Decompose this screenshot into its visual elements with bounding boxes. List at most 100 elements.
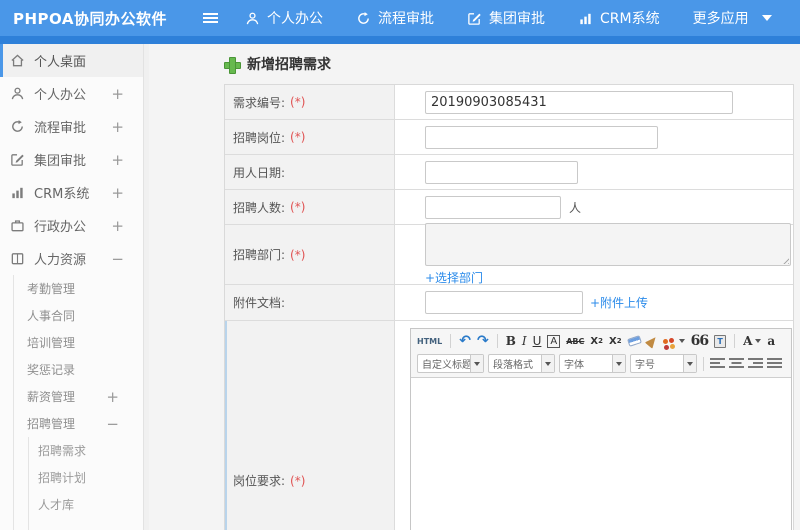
field-label: 附件文档: bbox=[233, 296, 286, 310]
underline-button[interactable]: U bbox=[533, 334, 542, 348]
back-color-a: a bbox=[767, 334, 776, 348]
edit-icon bbox=[10, 152, 26, 167]
paragraph-format-dropdown[interactable]: 段落格式 bbox=[488, 354, 555, 373]
sidebar-item-recruit-plan[interactable]: 招聘计划 bbox=[29, 464, 143, 491]
sidebar-item-group-approval[interactable]: 集团审批 + bbox=[0, 143, 143, 176]
sidebar-item-admin-office[interactable]: 行政办公 + bbox=[0, 209, 143, 242]
undo-icon[interactable]: ↶ bbox=[459, 333, 471, 349]
field-label: 招聘岗位: bbox=[233, 130, 286, 145]
subscript-button[interactable]: X2 bbox=[609, 336, 622, 347]
workflow-icon bbox=[10, 119, 26, 134]
nav-workflow-approval[interactable]: 流程审批 bbox=[356, 8, 434, 28]
sidebar-item-label: 奖惩记录 bbox=[27, 363, 76, 377]
nav-group-approval[interactable]: 集团审批 bbox=[467, 8, 545, 28]
expand-toggle[interactable]: + bbox=[111, 184, 124, 202]
strikethrough-button[interactable]: ABC bbox=[566, 337, 584, 346]
paste-icon[interactable]: T bbox=[714, 334, 727, 348]
expand-toggle[interactable]: + bbox=[106, 388, 119, 406]
sidebar-item-training[interactable]: 培训管理 bbox=[14, 329, 143, 356]
sidebar-item-label: 考勤管理 bbox=[27, 282, 76, 296]
sidebar-item-desktop[interactable]: 个人桌面 bbox=[0, 44, 143, 77]
nav-label: CRM系统 bbox=[600, 11, 660, 27]
redo-icon[interactable]: ↷ bbox=[477, 333, 489, 349]
sidebar-item-talent-pool[interactable]: 人才库 bbox=[29, 491, 143, 518]
page-title: 新增招聘需求 bbox=[247, 57, 331, 73]
italic-button[interactable]: I bbox=[522, 334, 527, 348]
nav-crm-system[interactable]: CRM系统 bbox=[578, 8, 660, 28]
page-header: 新增招聘需求 bbox=[149, 44, 800, 84]
recruit-demand-form: 需求编号: (*) 招聘岗位: (*) 用人日期: 招聘人数: (*) 人 招聘部门:… bbox=[224, 84, 794, 530]
attachment-input[interactable] bbox=[425, 291, 583, 314]
sup-base: X bbox=[590, 335, 599, 347]
hire-date-input[interactable] bbox=[425, 160, 578, 184]
toolbar-separator bbox=[450, 334, 452, 348]
sidebar-item-salary[interactable]: 薪资管理 + bbox=[14, 383, 143, 410]
sidebar-item-personal-office[interactable]: 个人办公 + bbox=[0, 77, 143, 110]
expand-toggle[interactable]: + bbox=[111, 118, 124, 136]
position-input[interactable] bbox=[425, 125, 658, 149]
edit-icon bbox=[467, 11, 482, 26]
dropdown-label: 字号 bbox=[635, 360, 655, 371]
sidebar-recruit-submenu: 招聘需求 招聘计划 人才库 bbox=[28, 437, 143, 530]
blockquote-button[interactable]: 66 bbox=[691, 333, 710, 349]
home-icon bbox=[10, 53, 26, 68]
font-family-dropdown[interactable]: 字体 bbox=[559, 354, 626, 373]
sidebar-item-hr[interactable]: 人力资源 − bbox=[0, 242, 143, 275]
editor-content-area[interactable] bbox=[411, 378, 791, 530]
eraser-icon[interactable] bbox=[626, 335, 642, 347]
form-row-attachment: 附件文档: +附件上传 bbox=[225, 285, 793, 321]
chevron-down-icon bbox=[470, 355, 483, 372]
custom-title-dropdown[interactable]: 自定义标题 bbox=[417, 354, 484, 373]
sidebar-item-attendance[interactable]: 考勤管理 bbox=[14, 275, 143, 302]
font-size-dropdown[interactable]: 字号 bbox=[630, 354, 697, 373]
dropdown-label: 自定义标题 bbox=[422, 360, 471, 371]
background-color-button[interactable]: a bbox=[767, 334, 775, 348]
nav-more-apps[interactable]: 更多应用 bbox=[693, 8, 772, 28]
sidebar-item-label: CRM系统 bbox=[34, 187, 90, 202]
collapse-toggle[interactable]: − bbox=[106, 415, 119, 433]
sidebar-item-label: 人力资源 bbox=[34, 253, 87, 268]
bold-button[interactable]: B bbox=[506, 334, 516, 348]
nav-label: 更多应用 bbox=[692, 11, 749, 27]
sidebar-item-label: 流程审批 bbox=[34, 121, 87, 136]
sidebar-item-workflow-approval[interactable]: 流程审批 + bbox=[0, 110, 143, 143]
required-mark: (*) bbox=[290, 130, 306, 144]
expand-toggle[interactable]: + bbox=[111, 85, 124, 103]
nav-personal-office[interactable]: 个人办公 bbox=[245, 8, 323, 28]
field-label: 需求编号: bbox=[233, 95, 286, 110]
format-brush-icon[interactable] bbox=[644, 333, 659, 349]
expand-toggle[interactable]: + bbox=[111, 151, 124, 169]
font-border-button[interactable]: A bbox=[547, 334, 561, 348]
expand-toggle[interactable]: + bbox=[111, 217, 124, 235]
field-label: 岗位要求: bbox=[233, 474, 286, 488]
align-center-icon[interactable] bbox=[729, 357, 744, 370]
form-row-requirements: 岗位要求: (*) HTML ↶ ↷ B I U A ABC X 2 X 2 6… bbox=[225, 321, 793, 530]
emotion-palette-icon[interactable] bbox=[662, 338, 685, 344]
sidebar-item-reward-punish[interactable]: 奖惩记录 bbox=[14, 356, 143, 383]
superscript-button[interactable]: X2 bbox=[590, 336, 603, 347]
font-color-button[interactable]: A bbox=[743, 334, 762, 348]
hamburger-menu-icon[interactable] bbox=[203, 13, 218, 15]
align-justify-icon[interactable] bbox=[767, 357, 782, 370]
chevron-down-icon bbox=[755, 339, 762, 343]
align-right-icon[interactable] bbox=[748, 357, 763, 370]
align-left-icon[interactable] bbox=[710, 357, 725, 370]
required-mark: (*) bbox=[290, 247, 306, 262]
sidebar-item-hr-contract[interactable]: 人事合同 bbox=[14, 302, 143, 329]
collapse-toggle[interactable]: − bbox=[111, 250, 124, 268]
select-department-link[interactable]: +选择部门 bbox=[425, 269, 483, 286]
bar-chart-icon bbox=[10, 185, 26, 200]
headcount-input[interactable] bbox=[425, 195, 561, 219]
sidebar-item-label: 招聘计划 bbox=[38, 471, 87, 485]
html-source-button[interactable]: HTML bbox=[417, 337, 442, 346]
sidebar-item-label: 个人桌面 bbox=[34, 55, 87, 70]
sidebar-item-crm[interactable]: CRM系统 + bbox=[0, 176, 143, 209]
sidebar-item-recruit-demand[interactable]: 招聘需求 bbox=[29, 437, 143, 464]
department-textarea[interactable] bbox=[425, 223, 791, 266]
sidebar-item-recruit-mgmt[interactable]: 招聘管理 − bbox=[14, 410, 143, 437]
attachment-upload-link[interactable]: +附件上传 bbox=[590, 294, 648, 311]
demand-no-input[interactable] bbox=[425, 90, 733, 114]
chevron-down-icon bbox=[678, 339, 685, 343]
headcount-unit: 人 bbox=[569, 200, 582, 215]
dropdown-label: 字体 bbox=[564, 360, 584, 371]
